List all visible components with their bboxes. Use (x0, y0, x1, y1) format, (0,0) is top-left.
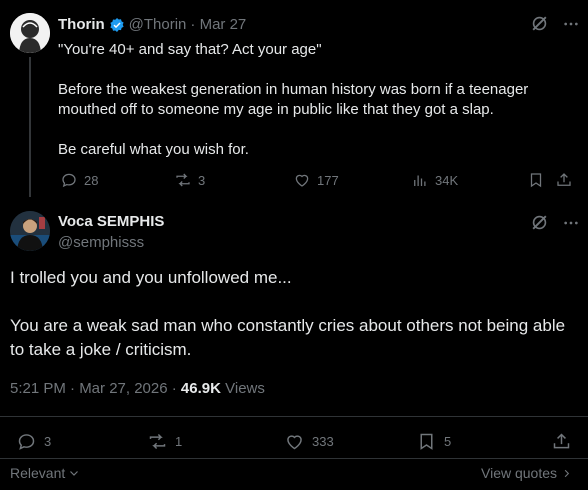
author-handle[interactable]: @Thorin (129, 16, 187, 33)
views-label: Views (225, 380, 265, 397)
heart-icon (287, 435, 302, 450)
avatar[interactable] (10, 211, 50, 251)
tweet-header: Thorin @Thorin · Mar 27 (58, 16, 246, 33)
tweet-meta: 5:21 PM · Mar 27, 2026 · 46.9K Views (10, 380, 265, 397)
view-quotes-label: View quotes (481, 465, 558, 481)
avatar-image (10, 13, 50, 53)
views-button[interactable]: 34K (411, 171, 458, 189)
share-button[interactable] (555, 171, 573, 189)
repost-icon (176, 173, 190, 187)
views-chart-icon (414, 175, 426, 186)
sort-label: Relevant (10, 465, 66, 481)
sort-replies-dropdown[interactable]: Relevant (10, 465, 80, 481)
more-options-icon[interactable] (563, 16, 579, 32)
avatar-image (10, 211, 50, 251)
verified-badge-icon (110, 17, 124, 32)
reply-button[interactable]: 28 (60, 171, 98, 189)
repost-button[interactable]: 1 (147, 431, 182, 452)
like-count: 177 (317, 172, 339, 188)
reply-icon (18, 434, 35, 450)
reply-icon (62, 173, 76, 188)
reply-button[interactable]: 3 (16, 431, 51, 452)
share-icon (553, 433, 570, 449)
avatar[interactable] (10, 13, 50, 53)
view-quotes-link[interactable]: View quotes (481, 465, 572, 481)
heart-icon (295, 174, 309, 187)
bookmark-icon (530, 173, 542, 188)
repost-icon (149, 433, 166, 450)
share-button[interactable] (551, 431, 572, 452)
repost-count: 1 (175, 434, 183, 449)
repost-count: 3 (198, 172, 206, 188)
tweet-text: I trolled you and you unfollowed me... Y… (10, 266, 575, 386)
tweet-line: Before the weakest generation in human h… (58, 81, 529, 118)
repost-button[interactable]: 3 (174, 171, 205, 189)
more-options-icon[interactable] (563, 215, 579, 231)
tweet-paragraph: I trolled you and you unfollowed me... (10, 268, 292, 287)
reply-count: 28 (84, 172, 99, 188)
tweet-text: "You're 40+ and say that? Act your age" … (58, 40, 568, 180)
views-count: 34K (435, 172, 459, 188)
grok-icon[interactable] (530, 14, 549, 33)
tweet-line: "You're 40+ and say that? Act your age" (58, 41, 322, 58)
reply-count: 3 (44, 434, 52, 449)
share-icon (557, 173, 571, 186)
tweet-top-actions (530, 213, 579, 232)
divider (0, 416, 588, 417)
tweet-paragraph: You are a weak sad man who constantly cr… (10, 316, 566, 359)
tweet-line: Be careful what you wish for. (58, 141, 249, 158)
bookmark-count: 5 (444, 434, 452, 449)
tweet-date[interactable]: · Mar 27 (190, 16, 246, 33)
bookmark-button[interactable]: 5 (416, 431, 451, 452)
divider (0, 458, 588, 459)
bookmark-icon (420, 433, 433, 450)
views-count: 46.9K (180, 380, 221, 397)
like-button[interactable]: 177 (293, 171, 339, 189)
tweet-top-actions (530, 14, 579, 33)
bookmark-button[interactable] (527, 171, 545, 189)
author-handle[interactable]: @semphisss (58, 234, 144, 251)
author-name[interactable]: Thorin (58, 16, 105, 33)
chevron-down-icon (70, 471, 79, 476)
thread-line (29, 57, 31, 197)
author-name[interactable]: Voca SEMPHIS (58, 213, 164, 230)
tweet-timestamp[interactable]: 5:21 PM · Mar 27, 2026 · (10, 380, 177, 397)
like-button[interactable]: 333 (284, 431, 334, 452)
like-count: 333 (312, 434, 334, 449)
grok-icon[interactable] (530, 213, 549, 232)
chevron-right-icon (564, 469, 570, 477)
